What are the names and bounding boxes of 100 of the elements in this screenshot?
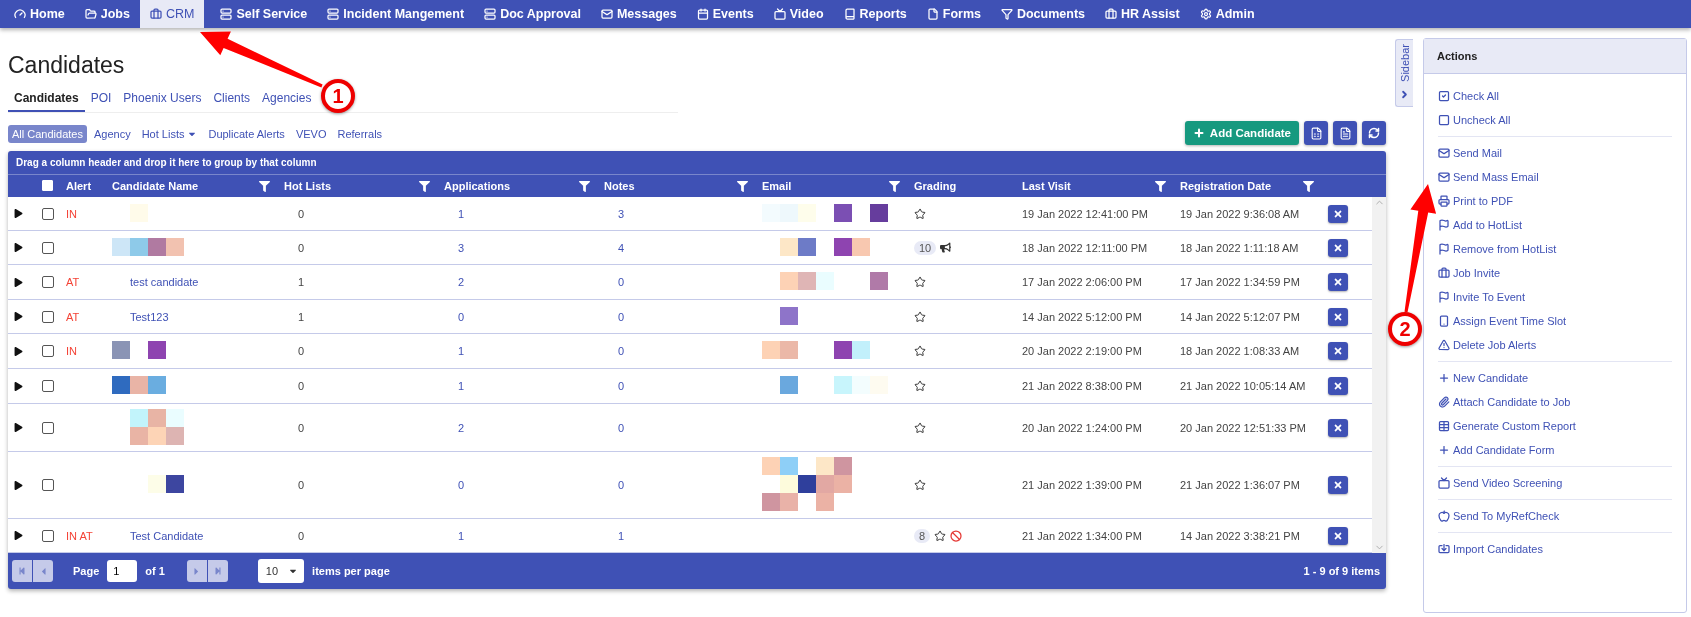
nav-tab[interactable]: Messages: [590, 0, 687, 28]
select-all-checkbox[interactable]: [42, 179, 53, 191]
nav-tab[interactable]: Self Service: [210, 0, 318, 28]
nav-tab[interactable]: Forms: [916, 0, 991, 28]
notes-count[interactable]: 4: [598, 241, 756, 254]
notes-count[interactable]: 0: [598, 479, 756, 491]
notes-count[interactable]: 0: [598, 310, 756, 323]
expand-icon[interactable]: [14, 423, 23, 432]
pdf-export-button[interactable]: [1333, 121, 1357, 145]
spreadsheet-export-button[interactable]: [1304, 121, 1328, 145]
nav-tab[interactable]: Jobs: [74, 0, 140, 28]
action-link[interactable]: Generate Custom Report: [1438, 414, 1672, 438]
tab[interactable]: Phoenix Users: [117, 87, 208, 112]
row-checkbox[interactable]: [42, 310, 54, 323]
action-link[interactable]: Print to PDF: [1438, 189, 1672, 213]
next-page-button[interactable]: [186, 560, 207, 582]
candidate-name[interactable]: test candidate: [106, 276, 278, 288]
nav-tab[interactable]: Incident Mangement: [317, 0, 475, 28]
applications-count[interactable]: 3: [438, 241, 598, 254]
filter-icon[interactable]: [579, 180, 590, 192]
filter-tab[interactable]: Referrals: [333, 125, 387, 143]
page-input[interactable]: 1: [107, 560, 138, 582]
star-icon[interactable]: [914, 276, 926, 288]
page-size-select[interactable]: 10: [257, 559, 305, 583]
row-checkbox[interactable]: [42, 345, 54, 357]
expand-icon[interactable]: [14, 346, 23, 356]
candidate-name[interactable]: Test123: [106, 310, 278, 323]
notes-count[interactable]: 0: [598, 345, 756, 357]
delete-button[interactable]: [1328, 526, 1348, 545]
applications-count[interactable]: 1: [438, 380, 598, 392]
column-header[interactable]: Hot Lists: [278, 180, 438, 192]
notes-count[interactable]: 0: [598, 380, 756, 392]
filter-tab[interactable]: VEVO: [291, 125, 331, 143]
tab[interactable]: Clients: [207, 87, 257, 112]
filter-icon[interactable]: [419, 180, 430, 192]
delete-button[interactable]: [1328, 377, 1348, 395]
action-link[interactable]: Invite To Event: [1438, 285, 1672, 309]
applications-count[interactable]: 1: [438, 345, 598, 357]
expand-icon[interactable]: [14, 381, 23, 391]
row-checkbox[interactable]: [42, 207, 54, 220]
row-checkbox[interactable]: [42, 380, 54, 392]
delete-button[interactable]: [1328, 238, 1348, 257]
filter-tab[interactable]: Hot Lists: [137, 125, 202, 143]
notes-count[interactable]: 0: [598, 276, 756, 288]
row-checkbox[interactable]: [42, 479, 54, 491]
nav-tab[interactable]: Events: [686, 0, 764, 28]
expand-icon[interactable]: [14, 277, 23, 287]
candidate-name[interactable]: Test Candidate: [106, 529, 278, 542]
action-link[interactable]: Delete Job Alerts: [1438, 333, 1672, 357]
column-header[interactable]: Alert: [60, 180, 106, 192]
column-header[interactable]: Registration Date: [1174, 180, 1322, 192]
action-link[interactable]: Send Mail: [1438, 141, 1672, 165]
expand-icon[interactable]: [14, 209, 23, 218]
filter-icon[interactable]: [889, 180, 900, 192]
applications-count[interactable]: 0: [438, 310, 598, 323]
action-link[interactable]: Add Candidate Form: [1438, 438, 1672, 462]
nav-tab[interactable]: HR Assist: [1095, 0, 1190, 28]
delete-button[interactable]: [1328, 204, 1348, 223]
column-header[interactable]: Notes: [598, 180, 756, 192]
action-link[interactable]: Remove from HotList: [1438, 237, 1672, 261]
delete-button[interactable]: [1328, 342, 1348, 360]
expand-icon[interactable]: [14, 243, 23, 252]
delete-button[interactable]: [1328, 418, 1348, 437]
nav-tab[interactable]: Reports: [833, 0, 917, 28]
action-link[interactable]: Uncheck All: [1438, 108, 1672, 132]
action-link[interactable]: Send Mass Email: [1438, 165, 1672, 189]
row-checkbox[interactable]: [42, 421, 54, 434]
expand-icon[interactable]: [14, 531, 23, 540]
delete-button[interactable]: [1328, 476, 1348, 494]
applications-count[interactable]: 1: [438, 529, 598, 542]
action-link[interactable]: Send To MyRefCheck: [1438, 504, 1672, 528]
expand-icon[interactable]: [14, 480, 23, 490]
filter-tab[interactable]: Duplicate Alerts: [204, 125, 289, 143]
action-link[interactable]: Assign Event Time Slot: [1438, 309, 1672, 333]
filter-icon[interactable]: [737, 180, 748, 192]
nav-tab[interactable]: Admin: [1189, 0, 1265, 28]
delete-button[interactable]: [1328, 273, 1348, 291]
filter-icon[interactable]: [259, 180, 270, 192]
star-icon[interactable]: [914, 479, 926, 491]
notes-count[interactable]: 1: [598, 529, 756, 542]
nav-tab[interactable]: Video: [763, 0, 834, 28]
filter-icon[interactable]: [1303, 180, 1314, 192]
action-link[interactable]: Import Candidates: [1438, 537, 1672, 561]
delete-button[interactable]: [1328, 307, 1348, 326]
star-icon[interactable]: [914, 345, 926, 357]
star-icon[interactable]: [934, 529, 947, 542]
column-header[interactable]: Applications: [438, 180, 598, 192]
star-icon[interactable]: [914, 207, 926, 220]
action-link[interactable]: Job Invite: [1438, 261, 1672, 285]
applications-count[interactable]: 1: [438, 207, 598, 220]
notes-count[interactable]: 3: [598, 207, 756, 220]
nav-tab[interactable]: CRM: [139, 0, 205, 28]
filter-icon[interactable]: [1155, 180, 1166, 192]
nav-tab[interactable]: Home: [4, 0, 75, 28]
tab[interactable]: POI: [84, 87, 118, 112]
notes-count[interactable]: 0: [598, 421, 756, 434]
action-link[interactable]: New Candidate: [1438, 366, 1672, 390]
action-link[interactable]: Check All: [1438, 84, 1672, 108]
column-header[interactable]: Email: [756, 180, 908, 192]
column-header[interactable]: Grading: [908, 180, 1016, 192]
